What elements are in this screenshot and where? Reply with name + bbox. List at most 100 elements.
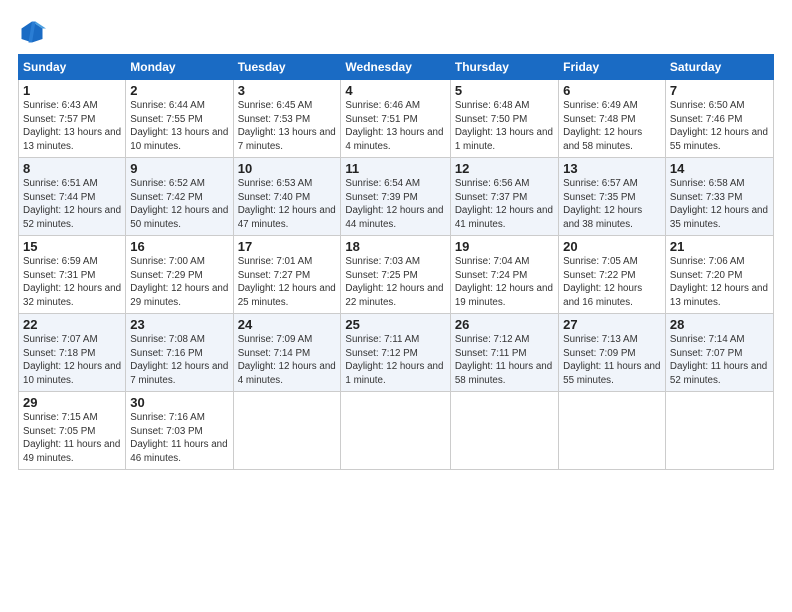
day-cell: 18 Sunrise: 7:03 AMSunset: 7:25 PMDaylig… — [341, 236, 450, 314]
day-detail: Sunrise: 7:00 AMSunset: 7:29 PMDaylight:… — [130, 256, 228, 308]
day-cell: 2 Sunrise: 6:44 AMSunset: 7:55 PMDayligh… — [126, 80, 233, 158]
day-number: 14 — [670, 161, 769, 176]
day-detail: Sunrise: 7:09 AMSunset: 7:14 PMDaylight:… — [238, 334, 336, 386]
day-number: 20 — [563, 239, 661, 254]
day-cell: 21 Sunrise: 7:06 AMSunset: 7:20 PMDaylig… — [665, 236, 773, 314]
logo-icon — [18, 18, 46, 46]
day-cell: 16 Sunrise: 7:00 AMSunset: 7:29 PMDaylig… — [126, 236, 233, 314]
day-detail: Sunrise: 7:01 AMSunset: 7:27 PMDaylight:… — [238, 256, 336, 308]
day-number: 8 — [23, 161, 121, 176]
day-cell — [559, 392, 666, 470]
weekday-header-row: SundayMondayTuesdayWednesdayThursdayFrid… — [19, 55, 774, 80]
day-number: 23 — [130, 317, 228, 332]
day-cell: 19 Sunrise: 7:04 AMSunset: 7:24 PMDaylig… — [450, 236, 558, 314]
day-detail: Sunrise: 7:13 AMSunset: 7:09 PMDaylight:… — [563, 334, 660, 386]
day-cell: 12 Sunrise: 6:56 AMSunset: 7:37 PMDaylig… — [450, 158, 558, 236]
day-number: 5 — [455, 83, 554, 98]
day-cell: 1 Sunrise: 6:43 AMSunset: 7:57 PMDayligh… — [19, 80, 126, 158]
day-detail: Sunrise: 6:57 AMSunset: 7:35 PMDaylight:… — [563, 178, 642, 230]
day-number: 13 — [563, 161, 661, 176]
day-cell: 23 Sunrise: 7:08 AMSunset: 7:16 PMDaylig… — [126, 314, 233, 392]
day-number: 11 — [345, 161, 445, 176]
day-number: 28 — [670, 317, 769, 332]
day-detail: Sunrise: 6:46 AMSunset: 7:51 PMDaylight:… — [345, 100, 443, 152]
day-number: 15 — [23, 239, 121, 254]
day-cell — [341, 392, 450, 470]
day-detail: Sunrise: 6:53 AMSunset: 7:40 PMDaylight:… — [238, 178, 336, 230]
day-number: 7 — [670, 83, 769, 98]
day-number: 12 — [455, 161, 554, 176]
day-number: 3 — [238, 83, 337, 98]
day-cell: 13 Sunrise: 6:57 AMSunset: 7:35 PMDaylig… — [559, 158, 666, 236]
day-detail: Sunrise: 7:03 AMSunset: 7:25 PMDaylight:… — [345, 256, 443, 308]
day-detail: Sunrise: 7:15 AMSunset: 7:05 PMDaylight:… — [23, 412, 120, 464]
day-number: 30 — [130, 395, 228, 410]
weekday-header-saturday: Saturday — [665, 55, 773, 80]
day-detail: Sunrise: 7:07 AMSunset: 7:18 PMDaylight:… — [23, 334, 121, 386]
day-cell: 20 Sunrise: 7:05 AMSunset: 7:22 PMDaylig… — [559, 236, 666, 314]
day-cell — [233, 392, 341, 470]
day-detail: Sunrise: 7:12 AMSunset: 7:11 PMDaylight:… — [455, 334, 552, 386]
day-detail: Sunrise: 6:58 AMSunset: 7:33 PMDaylight:… — [670, 178, 768, 230]
day-detail: Sunrise: 7:05 AMSunset: 7:22 PMDaylight:… — [563, 256, 642, 308]
day-cell: 4 Sunrise: 6:46 AMSunset: 7:51 PMDayligh… — [341, 80, 450, 158]
week-row-5: 29 Sunrise: 7:15 AMSunset: 7:05 PMDaylig… — [19, 392, 774, 470]
week-row-3: 15 Sunrise: 6:59 AMSunset: 7:31 PMDaylig… — [19, 236, 774, 314]
day-cell: 22 Sunrise: 7:07 AMSunset: 7:18 PMDaylig… — [19, 314, 126, 392]
day-detail: Sunrise: 7:16 AMSunset: 7:03 PMDaylight:… — [130, 412, 227, 464]
day-detail: Sunrise: 7:08 AMSunset: 7:16 PMDaylight:… — [130, 334, 228, 386]
day-cell: 9 Sunrise: 6:52 AMSunset: 7:42 PMDayligh… — [126, 158, 233, 236]
day-cell: 14 Sunrise: 6:58 AMSunset: 7:33 PMDaylig… — [665, 158, 773, 236]
day-number: 18 — [345, 239, 445, 254]
header — [18, 18, 774, 46]
day-cell — [450, 392, 558, 470]
day-number: 19 — [455, 239, 554, 254]
day-cell: 7 Sunrise: 6:50 AMSunset: 7:46 PMDayligh… — [665, 80, 773, 158]
day-detail: Sunrise: 6:44 AMSunset: 7:55 PMDaylight:… — [130, 100, 228, 152]
week-row-1: 1 Sunrise: 6:43 AMSunset: 7:57 PMDayligh… — [19, 80, 774, 158]
day-detail: Sunrise: 6:59 AMSunset: 7:31 PMDaylight:… — [23, 256, 121, 308]
day-detail: Sunrise: 7:11 AMSunset: 7:12 PMDaylight:… — [345, 334, 443, 386]
day-cell: 27 Sunrise: 7:13 AMSunset: 7:09 PMDaylig… — [559, 314, 666, 392]
day-detail: Sunrise: 7:04 AMSunset: 7:24 PMDaylight:… — [455, 256, 553, 308]
day-detail: Sunrise: 7:06 AMSunset: 7:20 PMDaylight:… — [670, 256, 768, 308]
day-cell: 29 Sunrise: 7:15 AMSunset: 7:05 PMDaylig… — [19, 392, 126, 470]
day-cell: 28 Sunrise: 7:14 AMSunset: 7:07 PMDaylig… — [665, 314, 773, 392]
logo — [18, 18, 50, 46]
weekday-header-sunday: Sunday — [19, 55, 126, 80]
day-cell: 11 Sunrise: 6:54 AMSunset: 7:39 PMDaylig… — [341, 158, 450, 236]
day-number: 6 — [563, 83, 661, 98]
day-cell: 17 Sunrise: 7:01 AMSunset: 7:27 PMDaylig… — [233, 236, 341, 314]
calendar-body: 1 Sunrise: 6:43 AMSunset: 7:57 PMDayligh… — [19, 80, 774, 470]
day-detail: Sunrise: 6:51 AMSunset: 7:44 PMDaylight:… — [23, 178, 121, 230]
day-detail: Sunrise: 6:56 AMSunset: 7:37 PMDaylight:… — [455, 178, 553, 230]
weekday-header-wednesday: Wednesday — [341, 55, 450, 80]
day-number: 22 — [23, 317, 121, 332]
day-detail: Sunrise: 6:54 AMSunset: 7:39 PMDaylight:… — [345, 178, 443, 230]
day-number: 9 — [130, 161, 228, 176]
day-number: 1 — [23, 83, 121, 98]
calendar-table: SundayMondayTuesdayWednesdayThursdayFrid… — [18, 54, 774, 470]
day-detail: Sunrise: 6:48 AMSunset: 7:50 PMDaylight:… — [455, 100, 553, 152]
day-number: 25 — [345, 317, 445, 332]
day-cell: 15 Sunrise: 6:59 AMSunset: 7:31 PMDaylig… — [19, 236, 126, 314]
day-cell: 30 Sunrise: 7:16 AMSunset: 7:03 PMDaylig… — [126, 392, 233, 470]
day-number: 21 — [670, 239, 769, 254]
day-number: 29 — [23, 395, 121, 410]
day-number: 16 — [130, 239, 228, 254]
weekday-header-monday: Monday — [126, 55, 233, 80]
day-detail: Sunrise: 6:50 AMSunset: 7:46 PMDaylight:… — [670, 100, 768, 152]
day-cell: 5 Sunrise: 6:48 AMSunset: 7:50 PMDayligh… — [450, 80, 558, 158]
day-detail: Sunrise: 6:45 AMSunset: 7:53 PMDaylight:… — [238, 100, 336, 152]
weekday-header-friday: Friday — [559, 55, 666, 80]
day-cell: 26 Sunrise: 7:12 AMSunset: 7:11 PMDaylig… — [450, 314, 558, 392]
week-row-4: 22 Sunrise: 7:07 AMSunset: 7:18 PMDaylig… — [19, 314, 774, 392]
week-row-2: 8 Sunrise: 6:51 AMSunset: 7:44 PMDayligh… — [19, 158, 774, 236]
day-detail: Sunrise: 6:49 AMSunset: 7:48 PMDaylight:… — [563, 100, 642, 152]
day-number: 26 — [455, 317, 554, 332]
day-cell: 24 Sunrise: 7:09 AMSunset: 7:14 PMDaylig… — [233, 314, 341, 392]
day-number: 27 — [563, 317, 661, 332]
day-number: 24 — [238, 317, 337, 332]
day-detail: Sunrise: 6:43 AMSunset: 7:57 PMDaylight:… — [23, 100, 121, 152]
day-detail: Sunrise: 7:14 AMSunset: 7:07 PMDaylight:… — [670, 334, 767, 386]
